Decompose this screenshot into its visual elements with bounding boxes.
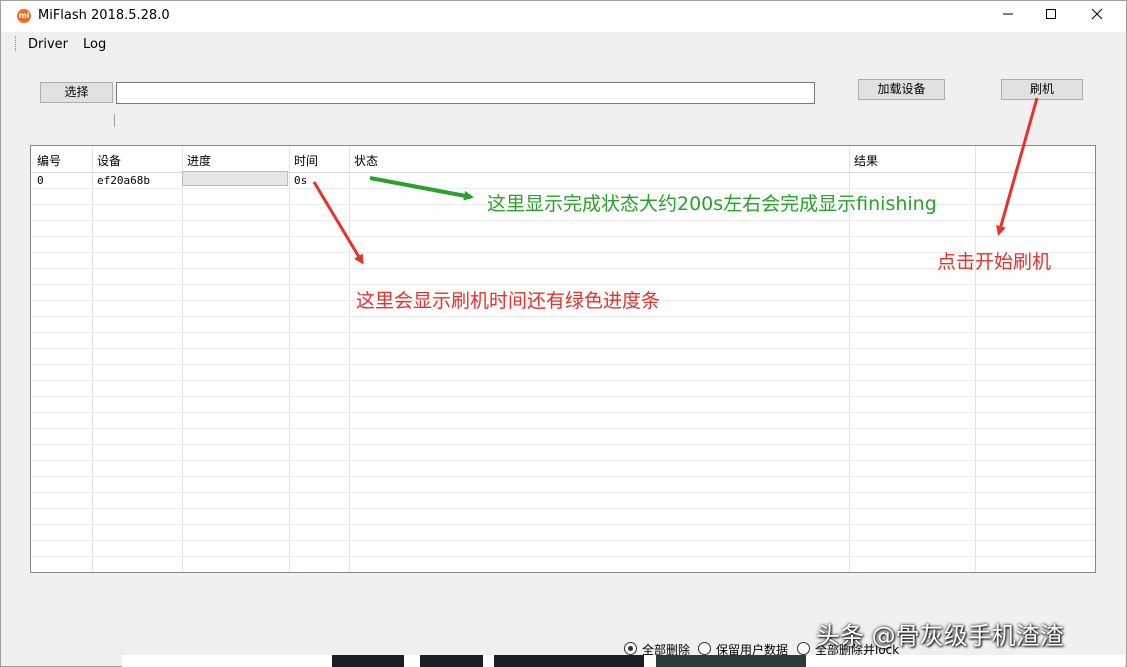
column-header-time[interactable]: 时间 [294, 152, 318, 169]
column-header-progress[interactable]: 进度 [187, 152, 211, 169]
minimize-icon [1003, 13, 1013, 15]
option-delete-lock-radio[interactable] [797, 642, 810, 655]
minimize-button[interactable] [985, 1, 1031, 32]
row-divider [31, 220, 1095, 221]
watermark: 头条 @骨灰级手机渣渣 [816, 622, 1064, 650]
maximize-button[interactable] [1028, 1, 1074, 32]
row-divider [31, 396, 1095, 397]
menu-bar: Driver Log [1, 32, 1126, 56]
row-divider [31, 252, 1095, 253]
flash-button[interactable]: 刷机 [1001, 79, 1083, 100]
column-header-status[interactable]: 状态 [354, 152, 378, 169]
row-divider [31, 332, 1095, 333]
thumbnail [656, 655, 806, 667]
close-icon [1091, 8, 1103, 20]
row-divider [31, 524, 1095, 525]
row-divider [31, 444, 1095, 445]
select-button[interactable]: 选择 [40, 82, 113, 103]
row-divider [31, 492, 1095, 493]
row-divider [31, 316, 1095, 317]
option-delete-all-radio[interactable] [624, 642, 637, 655]
close-button[interactable] [1074, 1, 1120, 32]
option-keep-data-radio[interactable] [698, 642, 711, 655]
time-annotation: 这里会显示刷机时间还有绿色进度条 [356, 290, 661, 312]
row-divider [31, 236, 1095, 237]
mi-logo-icon: mi [17, 9, 31, 23]
menu-driver[interactable]: Driver [28, 37, 68, 52]
row-divider [31, 284, 1095, 285]
path-divider [114, 114, 115, 127]
row-divider [31, 556, 1095, 557]
thumbnail [332, 655, 404, 667]
miflash-window: mi MiFlash 2018.5.28.0 Driver Log 选择 加载设… [0, 0, 1127, 667]
row-0-time: 0s [294, 174, 308, 187]
row-divider [31, 364, 1095, 365]
row-0-progress-bar [182, 171, 288, 186]
column-header-id[interactable]: 编号 [37, 152, 61, 169]
row-divider [31, 508, 1095, 509]
rom-path-input[interactable] [116, 82, 815, 104]
row-0-device: ef20a68b [97, 174, 150, 187]
column-header-result[interactable]: 结果 [854, 152, 878, 169]
load-devices-button[interactable]: 加载设备 [858, 79, 945, 100]
maximize-icon [1046, 9, 1056, 19]
thumbnail [494, 655, 644, 667]
row-divider [31, 268, 1095, 269]
row-divider [31, 460, 1095, 461]
row-divider [31, 428, 1095, 429]
row-0-id: 0 [37, 174, 44, 187]
row-divider [31, 380, 1095, 381]
status-annotation: 这里显示完成状态大约200s左右会完成显示finishing [487, 193, 937, 215]
menu-log[interactable]: Log [83, 37, 106, 52]
title-bar: mi MiFlash 2018.5.28.0 [1, 1, 1126, 32]
row-divider [31, 348, 1095, 349]
column-header-device[interactable]: 设备 [97, 152, 121, 169]
flash-annotation: 点击开始刷机 [937, 251, 1052, 273]
window-title: MiFlash 2018.5.28.0 [38, 8, 170, 23]
row-divider [31, 540, 1095, 541]
thumbnail [420, 655, 483, 667]
row-divider [31, 412, 1095, 413]
row-divider [31, 476, 1095, 477]
menu-grip [15, 36, 18, 51]
